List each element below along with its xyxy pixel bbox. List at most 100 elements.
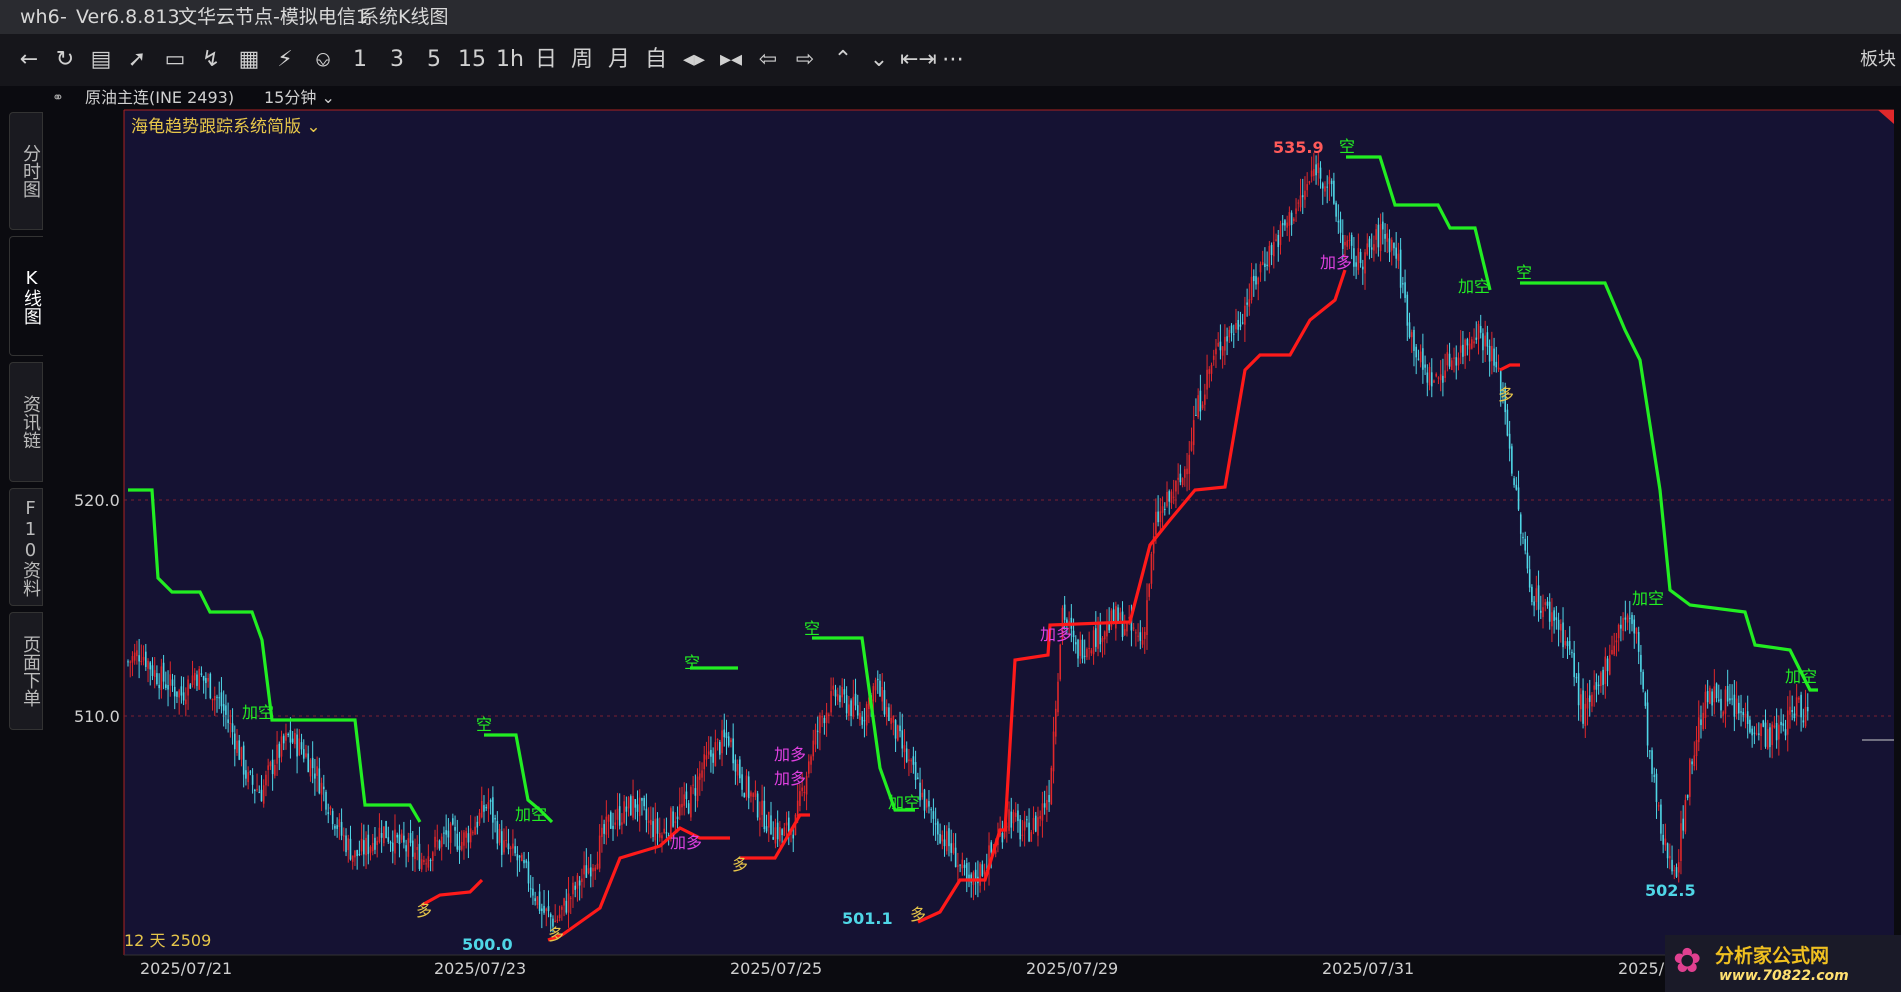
candle-body	[1444, 370, 1446, 378]
candle-body	[434, 836, 436, 848]
candle-body	[1780, 721, 1782, 726]
candle-body	[480, 800, 483, 818]
candle-body	[1395, 247, 1397, 259]
signal-label: 空	[1339, 137, 1355, 156]
candle-body	[645, 808, 648, 821]
candle-body	[1066, 619, 1068, 623]
candle-body	[1244, 305, 1246, 325]
candle-body	[1404, 282, 1406, 299]
candle-body	[1624, 617, 1627, 620]
candle-body	[378, 827, 381, 842]
candle-body	[641, 798, 643, 801]
candle-body	[247, 772, 249, 783]
candle-body	[1299, 195, 1302, 208]
candle-body	[1290, 212, 1293, 226]
candle-body	[1600, 672, 1602, 687]
kline-chart[interactable]: 520.0 510.0 加空空多加空多空加多多加多加多空加空多加多空加多加空空多…	[0, 0, 1901, 992]
candle-body	[365, 837, 367, 856]
candle-body	[1139, 632, 1142, 641]
candle-body	[1368, 238, 1371, 248]
candle-body	[1655, 773, 1658, 802]
candle-body	[1101, 638, 1104, 642]
candle-body	[538, 891, 541, 911]
candle-body	[1117, 607, 1119, 623]
candle-body	[1201, 404, 1204, 409]
candle-body	[414, 852, 416, 860]
candle-body	[418, 843, 421, 869]
candle-body	[1241, 322, 1244, 324]
candle-body	[1573, 652, 1575, 678]
candle-body	[1212, 355, 1215, 360]
candle-body	[1575, 677, 1578, 679]
candle-body	[783, 827, 786, 836]
candle-body	[565, 900, 568, 913]
candle-body	[1166, 491, 1168, 507]
candle-body	[1041, 803, 1044, 821]
candle-body	[1775, 722, 1778, 741]
candle-body	[814, 729, 817, 745]
candle-body	[1419, 351, 1422, 363]
candle-body	[1704, 691, 1707, 718]
candle-body	[371, 842, 374, 852]
candle-body	[1030, 832, 1033, 842]
candle-body	[1373, 244, 1375, 251]
candle-body	[147, 660, 149, 669]
candle-body	[1375, 229, 1377, 240]
candle-body	[191, 675, 194, 686]
candle-body	[521, 854, 523, 862]
candle-body	[454, 826, 456, 831]
candle-body	[1159, 511, 1162, 522]
candle-body	[1713, 686, 1716, 703]
candle-body	[1295, 208, 1297, 214]
candle-body	[289, 730, 292, 743]
candle-body	[423, 860, 425, 863]
candle-body	[930, 809, 932, 811]
candle-body	[1306, 184, 1308, 191]
candle-body	[965, 863, 968, 879]
candle-body	[569, 897, 572, 899]
candle-body	[200, 673, 203, 675]
signal-label: 加空	[1458, 277, 1490, 296]
candle-body	[1448, 353, 1451, 367]
candle-body	[1724, 689, 1727, 714]
signal-label: 多	[732, 855, 748, 874]
candle-body	[440, 836, 443, 847]
candle-body	[1424, 364, 1426, 368]
candle-body	[1279, 224, 1282, 245]
candle-body	[1459, 345, 1462, 353]
candle-body	[763, 800, 766, 830]
candle-body	[1539, 610, 1542, 613]
candle-body	[1586, 698, 1589, 709]
indicator-selector[interactable]: 海龟趋势跟踪系统简版 ⌄	[131, 112, 321, 137]
candle-body	[242, 745, 245, 775]
candle-body	[601, 827, 603, 838]
candle-body	[885, 707, 888, 717]
candle-body	[1700, 719, 1702, 726]
candle-body	[1791, 709, 1794, 713]
candle-body	[1344, 241, 1346, 246]
candle-body	[1671, 859, 1673, 872]
candle-body	[485, 807, 488, 809]
candle-body	[1566, 641, 1569, 647]
candle-body	[1054, 708, 1057, 737]
candle-body	[934, 823, 937, 825]
candle-body	[950, 843, 953, 853]
candle-body	[1506, 409, 1509, 436]
candle-body	[185, 699, 187, 705]
candle-body	[1804, 706, 1807, 727]
signal-label: 加多	[1320, 253, 1352, 272]
candle-body	[407, 838, 410, 857]
candle-body	[374, 837, 376, 850]
candle-body	[723, 729, 726, 738]
signal-label: 多	[1498, 385, 1514, 404]
candle-body	[351, 855, 354, 862]
candle-body	[1179, 473, 1182, 483]
candle-body	[801, 787, 803, 792]
candle-body	[561, 906, 563, 910]
candle-body	[1221, 346, 1224, 356]
candle-body	[1766, 729, 1769, 749]
candle-body	[1250, 276, 1253, 301]
candle-body	[427, 856, 430, 868]
candle-body	[231, 723, 234, 733]
candle-body	[1137, 635, 1139, 637]
